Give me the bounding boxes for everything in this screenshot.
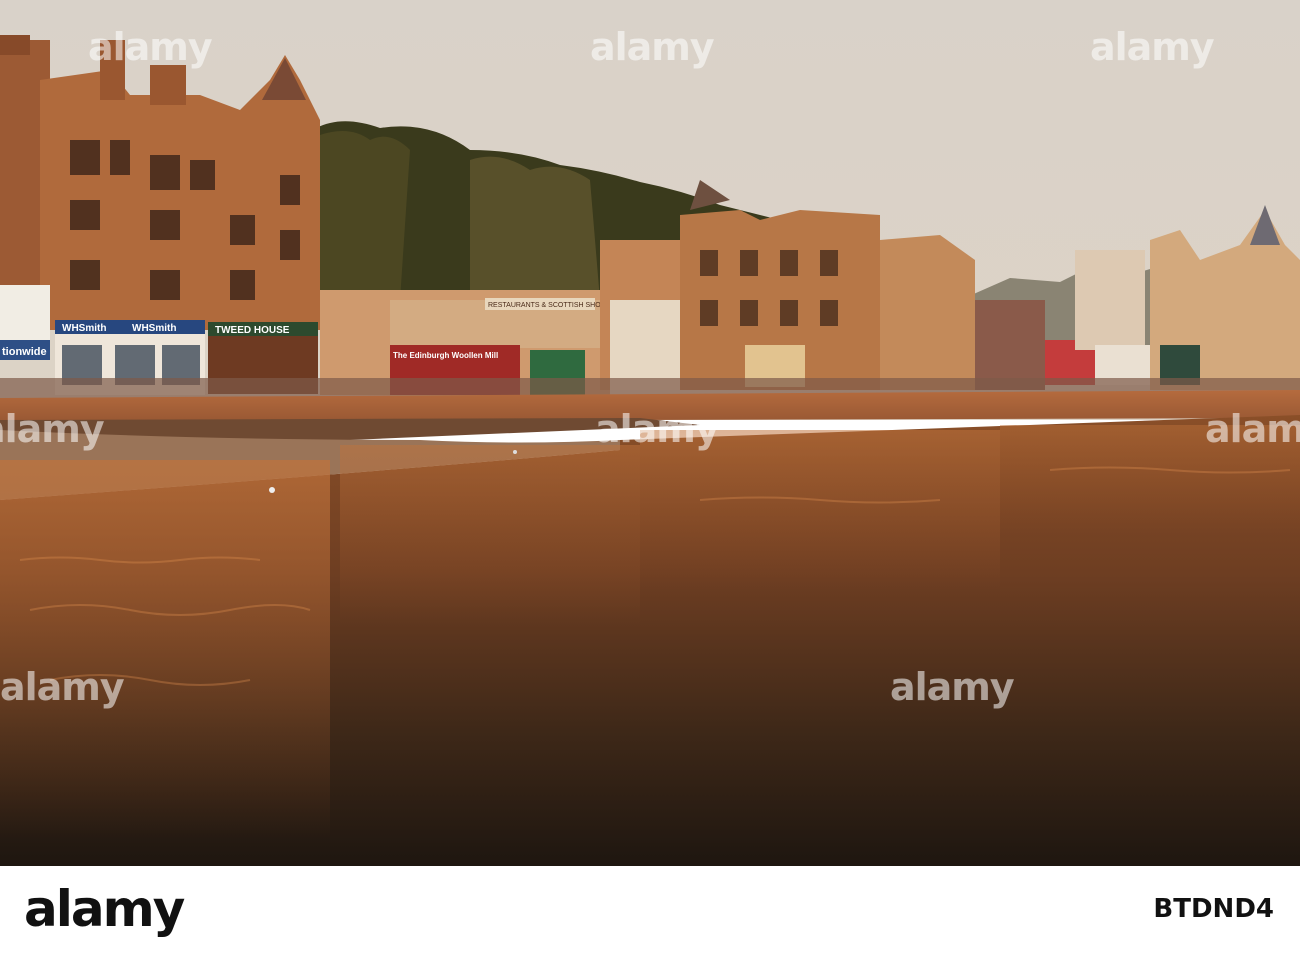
- watermark: alamy: [1205, 407, 1300, 451]
- nationwide-sign: tionwide: [2, 346, 47, 358]
- watermark: alamy: [88, 25, 213, 69]
- footer-bar: alamy BTDND4: [0, 866, 1300, 956]
- watermark: alamy: [0, 407, 105, 451]
- whsmith-sign-2: WHSmith: [132, 323, 176, 334]
- watermark: alamy: [890, 665, 1015, 709]
- edinburgh-woollen-mill-sign: The Edinburgh Woollen Mill: [393, 351, 498, 360]
- image-id: BTDND4: [1153, 894, 1274, 924]
- watermark: alamy: [590, 25, 715, 69]
- restaurants-sign: RESTAURANTS & SCOTTISH SHOW: [488, 302, 608, 309]
- tweed-house-sign: TWEED HOUSE: [215, 325, 290, 336]
- watermark: alamy: [595, 407, 720, 451]
- watermark: alamy: [1090, 25, 1215, 69]
- reflection-left: [0, 460, 330, 840]
- watermark: alamy: [0, 665, 125, 709]
- alamy-logo: alamy: [24, 880, 185, 938]
- whsmith-sign-1: WHSmith: [62, 323, 106, 334]
